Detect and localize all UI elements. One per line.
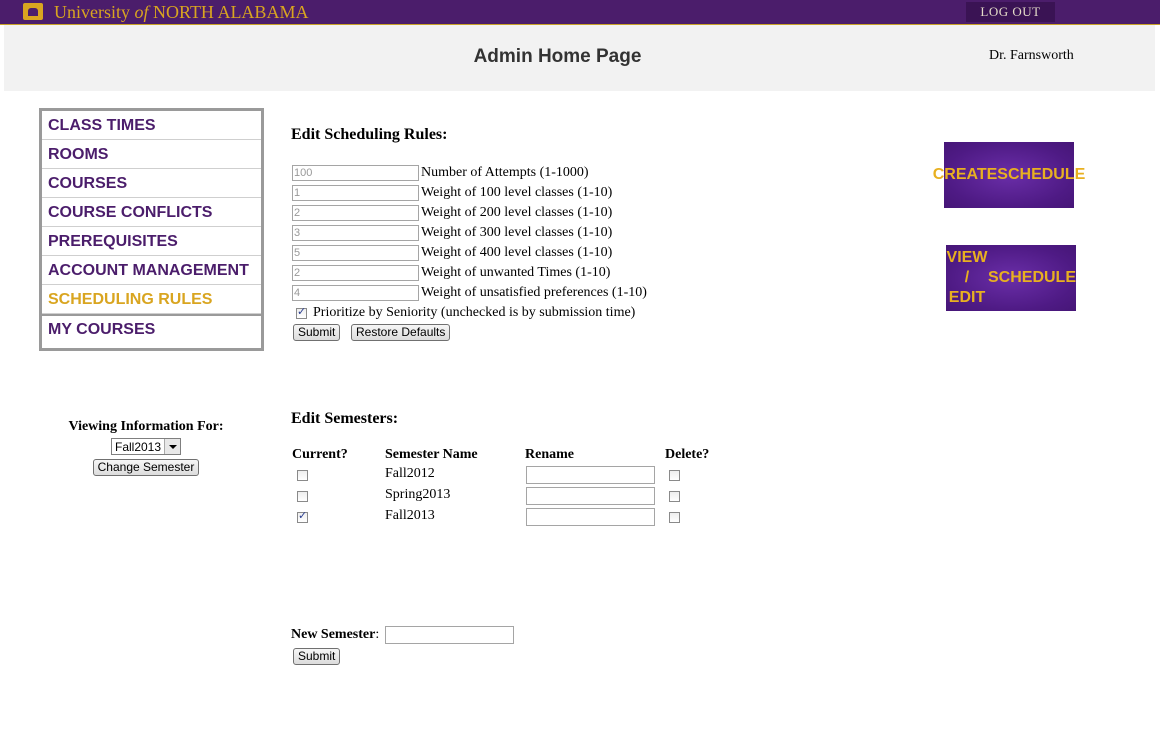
rule-row: 100 Number of Attempts (1-1000) — [292, 163, 647, 183]
header-rename: Rename — [525, 447, 574, 462]
rule-label: Weight of 300 level classes (1-10) — [421, 225, 613, 240]
current-checkbox[interactable] — [297, 491, 308, 502]
delete-checkbox[interactable] — [669, 512, 680, 523]
weight-300-input[interactable]: 3 — [292, 225, 419, 241]
rename-input[interactable] — [526, 508, 655, 526]
rule-row: 2 Weight of 200 level classes (1-10) — [292, 203, 647, 223]
university-logo-text[interactable]: University of NORTH ALABAMA — [54, 2, 308, 23]
top-bar: University of NORTH ALABAMA LOG OUT — [0, 0, 1160, 25]
new-semester-input[interactable] — [385, 626, 515, 644]
rename-input[interactable] — [526, 466, 655, 484]
new-semester-colon: : — [375, 627, 380, 642]
logout-button[interactable]: LOG OUT — [966, 2, 1055, 22]
nav-item-scheduling-rules[interactable]: SCHEDULING RULES — [42, 285, 261, 314]
seniority-option: Prioritize by Seniority (unchecked is by… — [296, 305, 635, 321]
rule-row: 3 Weight of 300 level classes (1-10) — [292, 223, 647, 243]
rule-label: Weight of 400 level classes (1-10) — [421, 245, 613, 260]
header-semester-name: Semester Name — [385, 447, 478, 462]
current-checkbox[interactable] — [297, 470, 308, 481]
rule-row: 2 Weight of unwanted Times (1-10) — [292, 263, 647, 283]
rule-label: Weight of unwanted Times (1-10) — [421, 265, 611, 280]
viewing-label: Viewing Information For: — [68, 419, 224, 434]
header-delete: Delete? — [665, 447, 710, 462]
attempts-input[interactable]: 100 — [292, 165, 419, 181]
nav-item-my-courses[interactable]: MY COURSES — [42, 314, 261, 346]
unwanted-times-input[interactable]: 2 — [292, 265, 419, 281]
rules-submit-button[interactable]: Submit — [293, 324, 341, 341]
new-semester-label: New Semester — [291, 627, 376, 642]
page-title: Admin Home Page — [473, 46, 642, 67]
semesters-title: Edit Semesters: — [291, 410, 399, 427]
semester-select-value: Fall2013 — [115, 440, 162, 454]
rule-label: Weight of 100 level classes (1-10) — [421, 185, 613, 200]
rename-input[interactable] — [526, 487, 655, 505]
header-current: Current? — [292, 447, 348, 462]
rule-row: 1 Weight of 100 level classes (1-10) — [292, 183, 647, 203]
rules-title: Edit Scheduling Rules: — [291, 126, 448, 143]
rule-label: Weight of unsatisfied preferences (1-10) — [421, 285, 647, 300]
rule-label: Number of Attempts (1-1000) — [421, 165, 589, 180]
nav-item-courses[interactable]: COURSES — [42, 169, 261, 198]
lion-logo-icon — [23, 3, 43, 20]
new-semester-submit-button[interactable]: Submit — [293, 648, 341, 665]
unsatisfied-prefs-input[interactable]: 4 — [292, 285, 419, 301]
user-name: Dr. Farnsworth — [989, 48, 1074, 63]
page-header: Admin Home Page Dr. Farnsworth — [4, 25, 1155, 91]
nav-item-account-management[interactable]: ACCOUNT MANAGEMENT — [42, 256, 261, 285]
change-semester-button[interactable]: Change Semester — [92, 459, 200, 476]
semester-select[interactable]: Fall2013 — [111, 438, 181, 455]
semester-name: Spring2013 — [385, 487, 451, 502]
semester-name: Fall2012 — [385, 466, 435, 481]
chevron-down-icon[interactable] — [164, 439, 180, 454]
create-schedule-button[interactable]: CREATE SCHEDULE — [933, 142, 1085, 208]
delete-checkbox[interactable] — [669, 470, 680, 481]
current-checkbox[interactable] — [297, 509, 308, 523]
rule-label: Weight of 200 level classes (1-10) — [421, 205, 613, 220]
nav-item-prerequisites[interactable]: PREREQUISITES — [42, 227, 261, 256]
delete-checkbox[interactable] — [669, 491, 680, 502]
rule-row: 4 Weight of unsatisfied preferences (1-1… — [292, 283, 647, 303]
new-semester-row: New Semester: — [291, 626, 515, 644]
weight-200-input[interactable]: 2 — [292, 205, 419, 221]
nav-item-course-conflicts[interactable]: COURSE CONFLICTS — [42, 198, 261, 227]
weight-100-input[interactable]: 1 — [292, 185, 419, 201]
sidebar-nav: CLASS TIMES ROOMS COURSES COURSE CONFLIC… — [39, 108, 264, 351]
view-edit-schedule-button[interactable]: VIEW / EDIT SCHEDULE — [946, 245, 1076, 311]
seniority-label: Prioritize by Seniority (unchecked is by… — [313, 305, 636, 320]
semester-name: Fall2013 — [385, 508, 435, 523]
semester-selector-panel: Viewing Information For: Fall2013 Change… — [40, 419, 252, 476]
restore-defaults-button[interactable]: Restore Defaults — [351, 324, 451, 341]
rule-row: 5 Weight of 400 level classes (1-10) — [292, 243, 647, 263]
weight-400-input[interactable]: 5 — [292, 245, 419, 261]
rules-form: 100 Number of Attempts (1-1000) 1 Weight… — [292, 163, 647, 303]
nav-item-class-times[interactable]: CLASS TIMES — [42, 111, 261, 140]
seniority-checkbox[interactable] — [296, 305, 307, 319]
nav-item-rooms[interactable]: ROOMS — [42, 140, 261, 169]
